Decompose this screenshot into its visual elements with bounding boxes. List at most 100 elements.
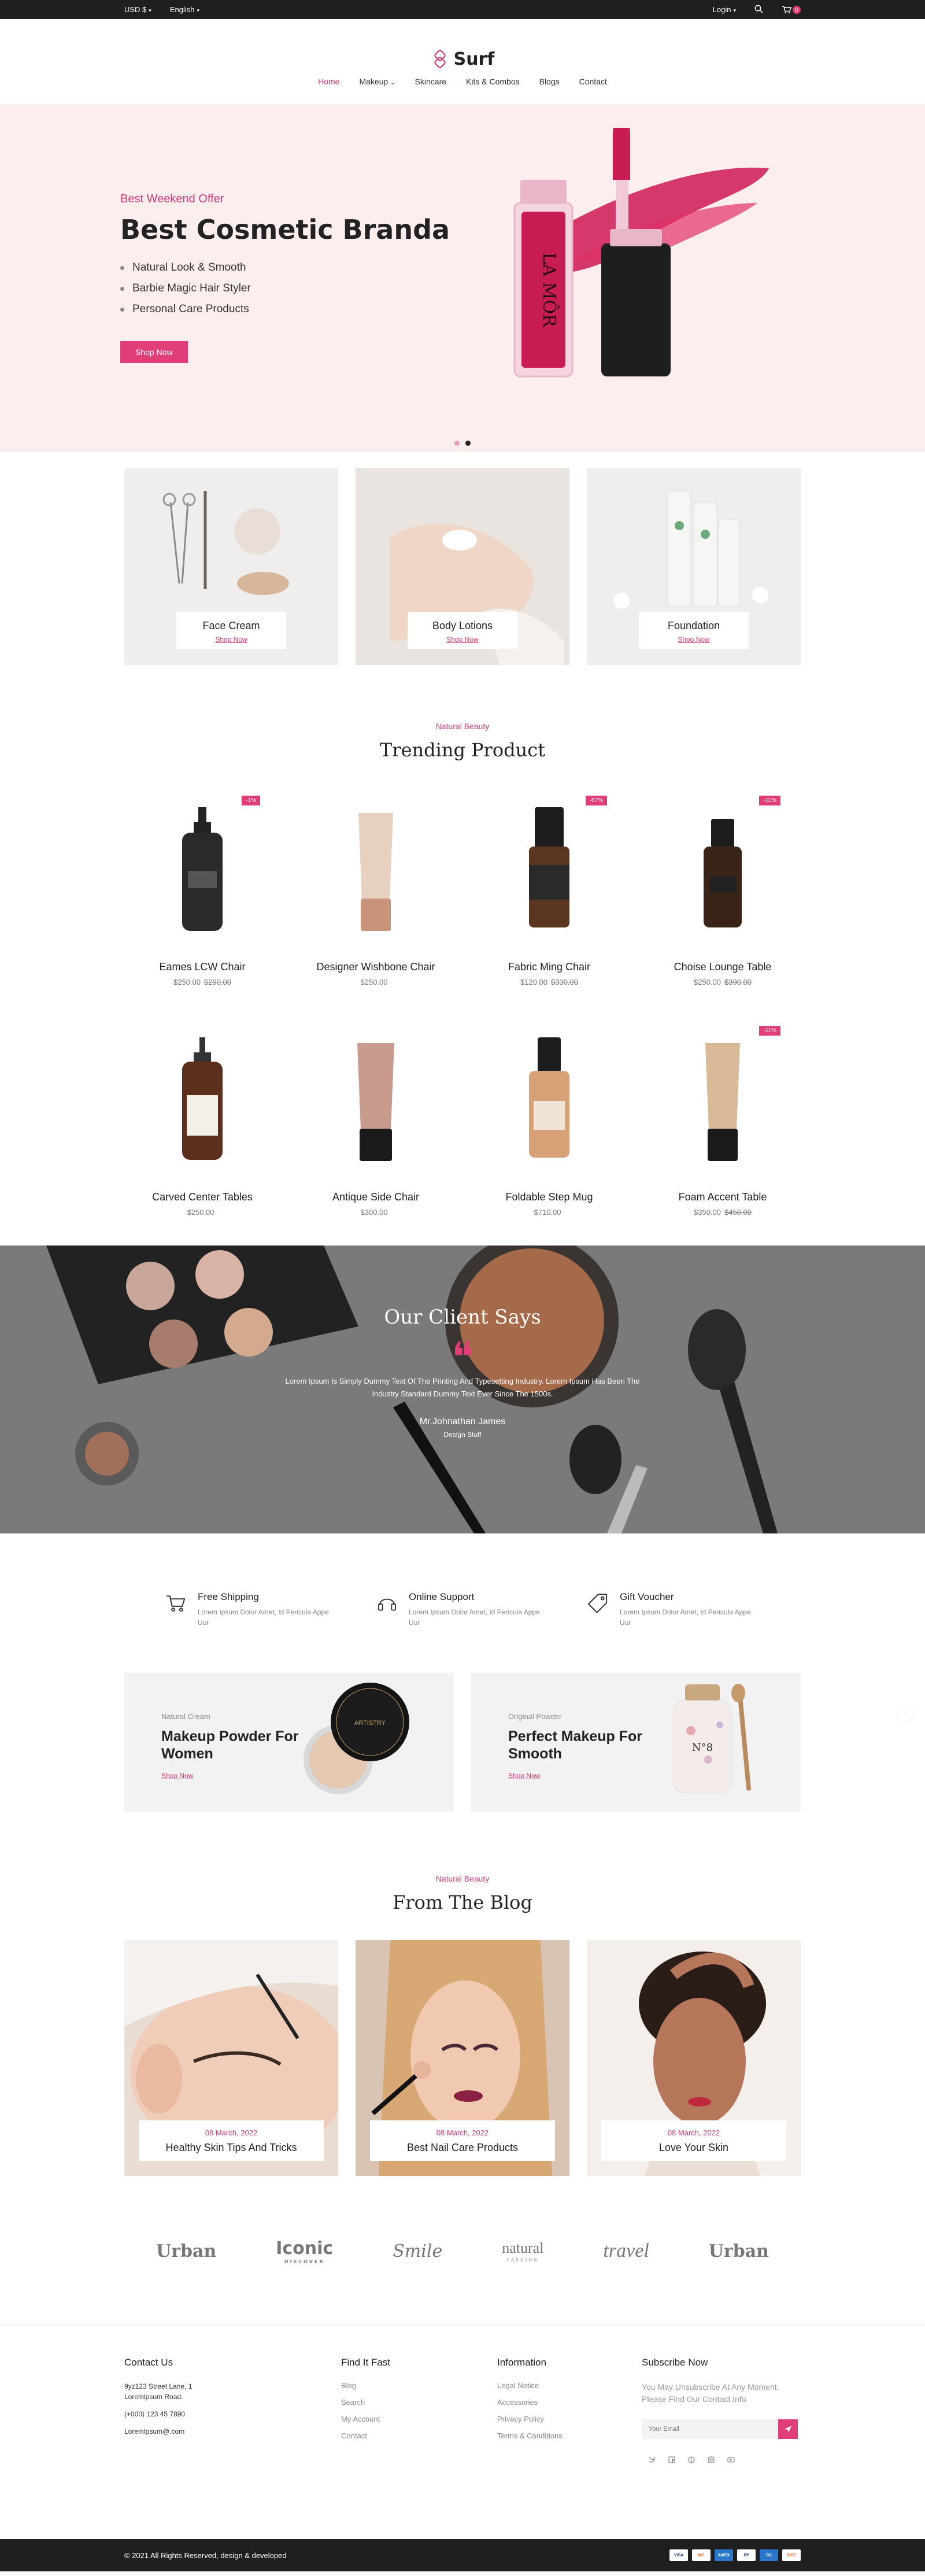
- footer-link-legal[interactable]: Legal Notice: [497, 2381, 642, 2390]
- copyright-text: © 2021 All Rights Reserved, design & dev…: [124, 2551, 287, 2560]
- footer-link-account[interactable]: My Account: [341, 2415, 497, 2423]
- category-card[interactable]: Body Lotions Shop Now: [356, 468, 569, 665]
- tag-icon: [587, 1594, 608, 1613]
- twitter-icon[interactable]: [649, 2456, 656, 2463]
- promo-shop-link[interactable]: Shop Now: [161, 1772, 312, 1780]
- product-card[interactable]: -67% Fabric Ming Chair $120.00 $330.00: [471, 784, 627, 1014]
- currency-selector[interactable]: USD $ ▾: [124, 5, 151, 14]
- promo-banner[interactable]: Natural Cream Makeup Powder For Women Sh…: [124, 1673, 454, 1812]
- chevron-down-icon: ▾: [733, 8, 736, 13]
- login-menu[interactable]: Login ▾: [713, 5, 736, 14]
- discover-icon: DISC: [782, 2549, 801, 2561]
- nav-kits-combos[interactable]: Kits & Combos: [466, 77, 520, 86]
- send-icon: [785, 2426, 791, 2433]
- product-price: $300.00: [360, 1208, 388, 1217]
- product-name[interactable]: Designer Wishbone Chair: [298, 961, 454, 973]
- section-title: Our Client Says: [384, 1306, 541, 1329]
- blog-card[interactable]: 08 March, 2022 Love Your Skin: [587, 1940, 801, 2176]
- product-name[interactable]: Foldable Step Mug: [471, 1191, 627, 1203]
- scroll-top-button[interactable]: [897, 1706, 913, 1722]
- footer-phone[interactable]: (+000) 123 45 7890: [124, 2409, 341, 2419]
- footer-subscribe: Subscribe Now You May Unsubscribe At Any…: [642, 2357, 801, 2463]
- nav-contact[interactable]: Contact: [579, 77, 607, 86]
- product-card[interactable]: Designer Wishbone Chair $250.00: [298, 784, 454, 1014]
- testimonial-section: Our Client Says ❝ Lorem Ipsum Is Simply …: [0, 1246, 925, 1533]
- facebook-icon[interactable]: [668, 2456, 675, 2463]
- brand-logo[interactable]: natural FASHION: [502, 2239, 543, 2263]
- language-selector[interactable]: English ▾: [170, 5, 199, 14]
- footer-email[interactable]: Loremlpsum@.com: [124, 2426, 341, 2437]
- blog-card[interactable]: 08 March, 2022 Healthy Skin Tips And Tri…: [124, 1940, 338, 2176]
- category-shop-link[interactable]: Shop Now: [408, 635, 517, 644]
- brand-logo[interactable]: Iconic DISCOVER: [276, 2238, 333, 2264]
- blog-title[interactable]: Healthy Skin Tips And Tricks: [139, 2142, 324, 2154]
- blog-date: 08 March, 2022: [667, 2128, 720, 2137]
- footer-link-privacy[interactable]: Privacy Policy: [497, 2415, 642, 2423]
- promo-text: Original Powder Perfect Makeup For Smoot…: [508, 1712, 658, 1780]
- product-name[interactable]: Fabric Ming Chair: [471, 961, 627, 973]
- feature-title: Free Shipping: [197, 1591, 259, 1602]
- footer-link-accessories[interactable]: Accessories: [497, 2398, 642, 2407]
- discount-badge: -11%: [759, 1026, 780, 1036]
- brand-logo[interactable]: Smile: [393, 2241, 442, 2261]
- discount-badge: -11%: [759, 796, 780, 805]
- category-label-card: Body Lotions Shop Now: [408, 612, 517, 649]
- search-icon[interactable]: [754, 5, 763, 15]
- category-card[interactable]: Foundation Shop Now: [587, 468, 801, 665]
- promo-kicker: Natural Cream: [161, 1712, 210, 1721]
- main-nav: Home Makeup ⌄ Skincare Kits & Combos Blo…: [0, 77, 925, 86]
- brand-logo[interactable]: Urban: [709, 2241, 769, 2261]
- product-old-price: $390.00: [724, 978, 752, 986]
- footer-link-contact[interactable]: Contact: [341, 2431, 497, 2440]
- product-card[interactable]: -11% Foam Accent Table $350.00 $450.00: [645, 1014, 801, 1244]
- category-card[interactable]: Face Cream Shop Now: [124, 468, 338, 665]
- footer-heading: Subscribe Now: [642, 2357, 708, 2368]
- category-shop-link[interactable]: Shop Now: [176, 635, 286, 644]
- footer-link-terms[interactable]: Terms & Conditions: [497, 2431, 642, 2440]
- product-name[interactable]: Foam Accent Table: [645, 1191, 801, 1203]
- footer-link-blog[interactable]: Blog: [341, 2381, 497, 2390]
- feature-desc: Lorem Ipsum Dolor Amet, Id Pericula Appe…: [197, 1608, 329, 1627]
- brand-logo[interactable]: travel: [603, 2240, 649, 2262]
- promo-banner[interactable]: Original Powder Perfect Makeup For Smoot…: [471, 1673, 801, 1812]
- chevron-down-icon: ⌄: [390, 80, 395, 86]
- hero-shop-now-button[interactable]: Shop Now: [120, 341, 188, 363]
- footer-link-search[interactable]: Search: [341, 2398, 497, 2407]
- product-card[interactable]: Antique Side Chair $300.00: [298, 1014, 454, 1244]
- product-name[interactable]: Antique Side Chair: [298, 1191, 454, 1203]
- product-card[interactable]: Carved Center Tables $250.00: [124, 1014, 280, 1244]
- brand-logo[interactable]: Urban: [156, 2241, 216, 2261]
- nav-home[interactable]: Home: [318, 77, 339, 86]
- promo-shop-link[interactable]: Shop Now: [508, 1772, 658, 1780]
- blog-title[interactable]: Best Nail Care Products: [370, 2142, 555, 2154]
- site-logo[interactable]: Surf: [0, 19, 925, 77]
- product-name[interactable]: Carved Center Tables: [124, 1191, 280, 1203]
- product-card[interactable]: -1% Eames LCW Chair $250.00 $290.00: [124, 784, 280, 1014]
- subscribe-button[interactable]: [778, 2419, 798, 2439]
- blog-title[interactable]: Love Your Skin: [601, 2142, 786, 2154]
- product-card[interactable]: -11% Choise Lounge Table $250.00 $390.00: [645, 784, 801, 1014]
- testimonial-text: Lorem Ipsum Is Simply Dummy Text Of The …: [285, 1377, 640, 1399]
- slider-dot[interactable]: [454, 441, 460, 446]
- slider-dot-active[interactable]: [465, 441, 471, 446]
- product-name[interactable]: Choise Lounge Table: [645, 961, 801, 973]
- nav-makeup[interactable]: Makeup ⌄: [359, 77, 395, 86]
- instagram-icon[interactable]: [708, 2456, 715, 2463]
- nav-blogs[interactable]: Blogs: [539, 77, 560, 86]
- logo-text: Surf: [453, 49, 495, 69]
- product-name[interactable]: Eames LCW Chair: [124, 961, 280, 973]
- cart-button[interactable]: 0: [782, 5, 801, 14]
- pinterest-icon[interactable]: [688, 2456, 695, 2463]
- blog-card[interactable]: 08 March, 2022 Best Nail Care Products: [356, 1940, 569, 2176]
- top-bar: USD $ ▾ English ▾ Login ▾ 0: [0, 0, 925, 19]
- hero-bullet: Natural Look & Smooth: [120, 261, 450, 274]
- product-price: $250.00 $290.00: [173, 978, 231, 986]
- product-card[interactable]: Foldable Step Mug $710.00: [471, 1014, 627, 1244]
- promo-text: Natural Cream Makeup Powder For Women Sh…: [161, 1712, 312, 1780]
- category-shop-link[interactable]: Shop Now: [639, 635, 749, 644]
- nav-skincare[interactable]: Skincare: [415, 77, 446, 86]
- hero-bullet: Barbie Magic Hair Styler: [120, 282, 450, 295]
- youtube-icon[interactable]: [727, 2456, 735, 2463]
- email-input[interactable]: [642, 2419, 778, 2439]
- footer-heading: Contact Us: [124, 2357, 173, 2368]
